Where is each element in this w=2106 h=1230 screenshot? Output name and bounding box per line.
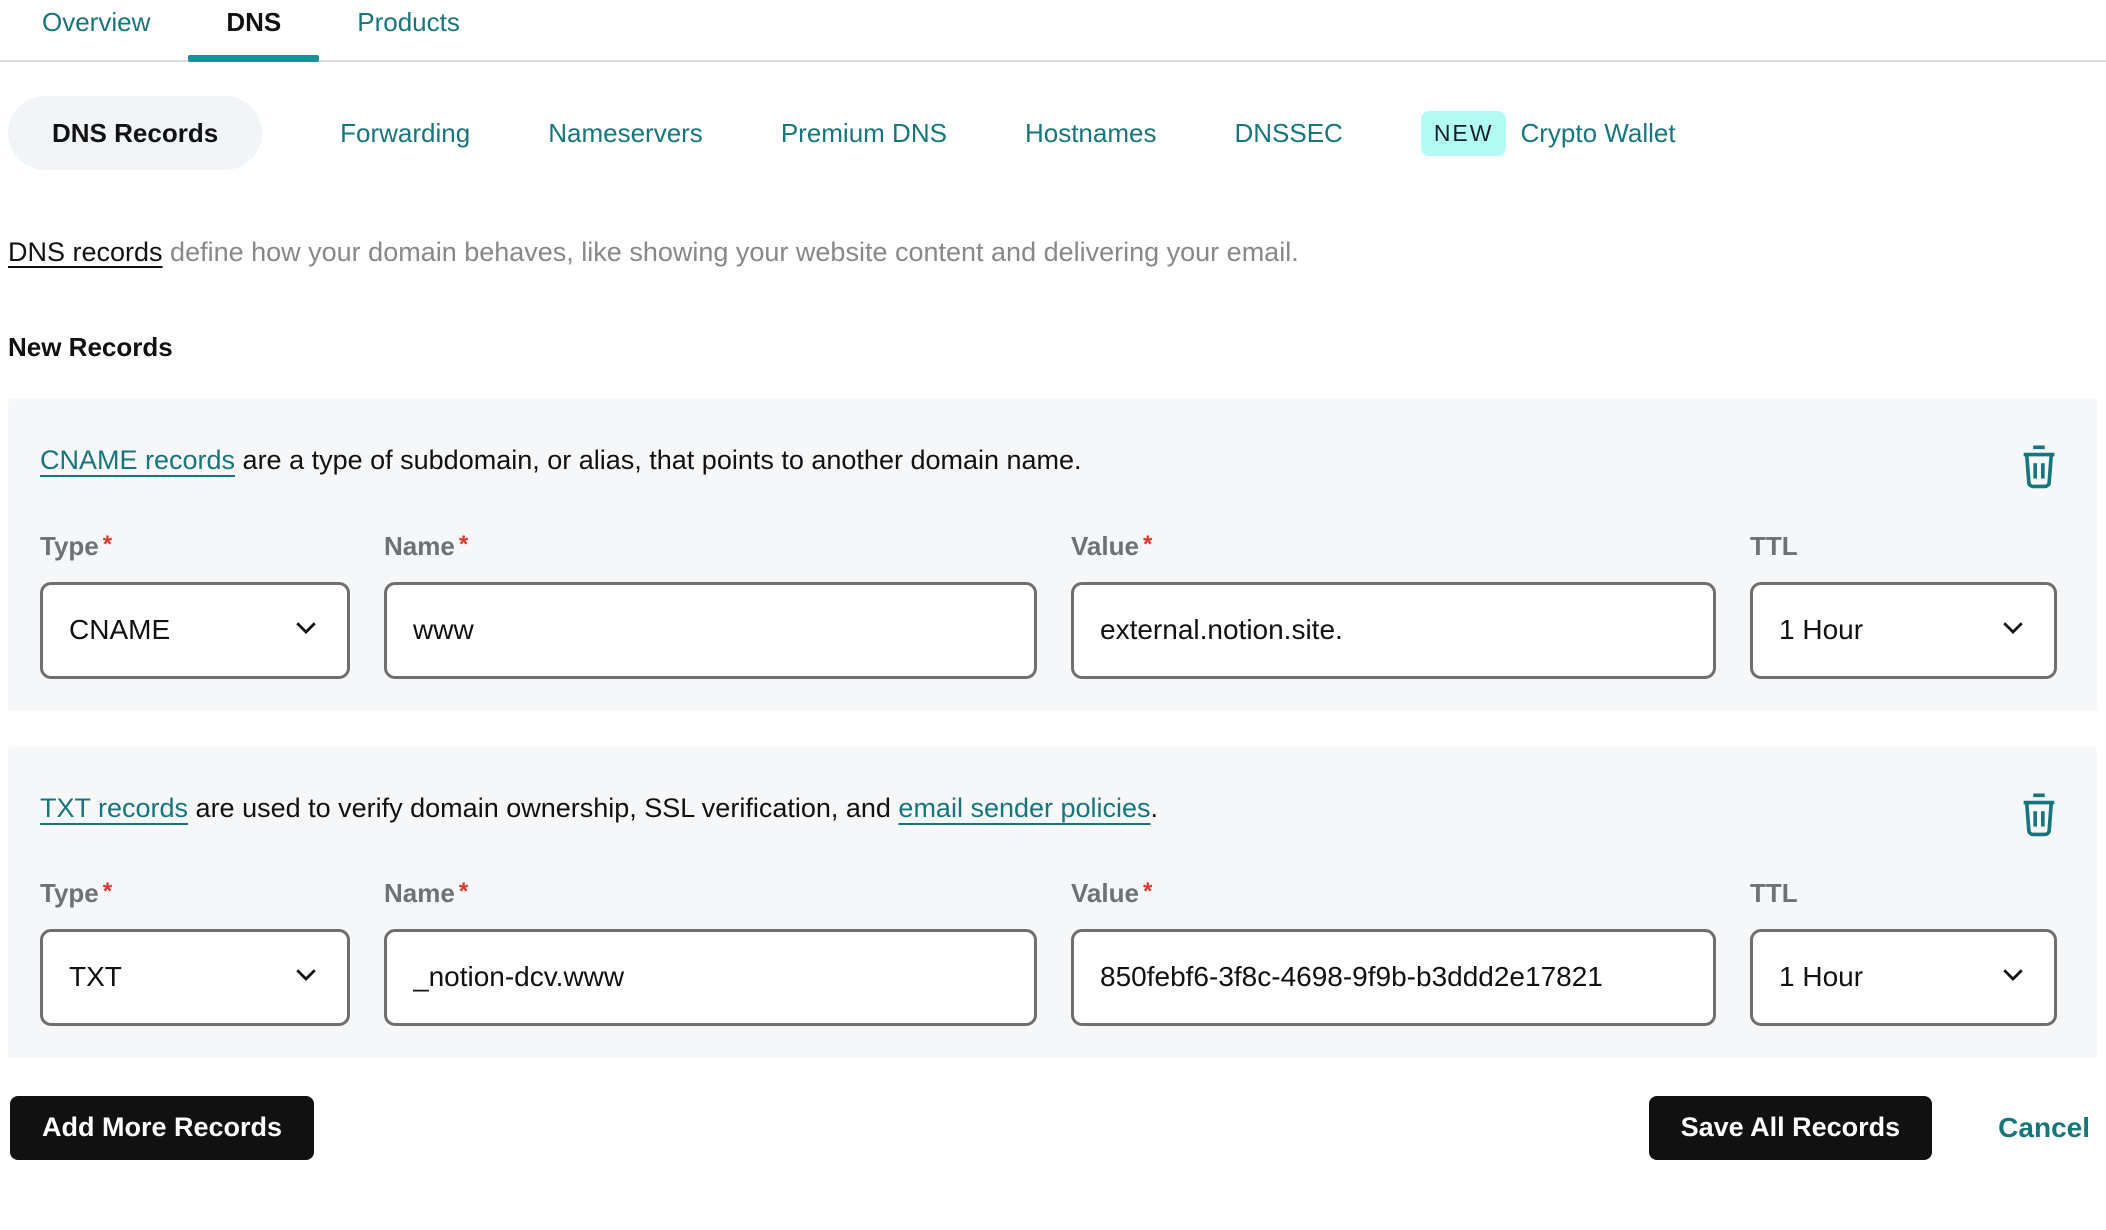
delete-txt-record-button[interactable] — [2015, 791, 2063, 843]
ttl-label: TTL — [1750, 877, 1798, 908]
cancel-button[interactable]: Cancel — [1998, 1112, 2090, 1144]
cname-card-description: CNAME records are a type of subdomain, o… — [40, 443, 2065, 478]
new-records-heading: New Records — [8, 332, 173, 363]
txt-fields-row: Type* TXT Name* Value* TTL 1 Hour — [40, 878, 2065, 1026]
dns-records-link[interactable]: DNS records — [8, 237, 163, 267]
type-label: Type * — [40, 877, 113, 908]
subtab-dns-records[interactable]: DNS Records — [8, 96, 263, 170]
ttl-label: TTL — [1750, 530, 1798, 561]
txt-type-value: TXT — [69, 961, 122, 993]
txt-ttl-value: 1 Hour — [1779, 961, 1864, 993]
subtab-dnssec[interactable]: DNSSEC — [1234, 118, 1342, 149]
tab-dns[interactable]: DNS — [188, 0, 320, 62]
cname-value-field: Value * — [1071, 531, 1716, 679]
tab-products[interactable]: Products — [319, 0, 498, 60]
name-label: Name * — [384, 877, 469, 908]
required-asterisk: * — [102, 530, 113, 558]
record-card-txt: TXT records are used to verify domain ow… — [8, 746, 2097, 1058]
chevron-down-icon — [1998, 959, 2028, 996]
txt-records-link[interactable]: TXT records — [40, 793, 188, 823]
add-more-records-button[interactable]: Add More Records — [10, 1095, 315, 1160]
txt-type-select[interactable]: TXT — [40, 928, 350, 1026]
trash-icon — [2016, 445, 2062, 496]
required-asterisk: * — [102, 877, 113, 905]
value-label: Value * — [1071, 877, 1153, 908]
cname-name-field: Name * — [384, 531, 1037, 679]
txt-card-description: TXT records are used to verify domain ow… — [40, 791, 2065, 826]
domain-tabbar: Overview DNS Products — [0, 0, 2106, 62]
required-asterisk: * — [1142, 877, 1153, 905]
new-badge: NEW — [1420, 110, 1507, 156]
cname-desc-text: are a type of subdomain, or alias, that … — [235, 445, 1082, 476]
cname-ttl-select[interactable]: 1 Hour — [1750, 581, 2057, 679]
cname-value-input[interactable] — [1071, 581, 1716, 679]
tab-overview[interactable]: Overview — [4, 0, 188, 60]
txt-name-field: Name * — [384, 878, 1037, 1026]
subtab-crypto-wallet-label: Crypto Wallet — [1520, 117, 1676, 148]
dns-subtabs: DNS Records Forwarding Nameservers Premi… — [8, 96, 2106, 170]
subtab-premium-dns[interactable]: Premium DNS — [781, 118, 947, 149]
value-label: Value * — [1071, 530, 1153, 561]
delete-cname-record-button[interactable] — [2015, 443, 2063, 495]
required-asterisk: * — [458, 530, 469, 558]
trash-icon — [2016, 793, 2062, 844]
cname-type-value: CNAME — [69, 614, 171, 646]
cname-fields-row: Type* CNAME Name* Value* TTL 1 Hour — [40, 531, 2065, 679]
chevron-down-icon — [291, 959, 321, 996]
subtab-forwarding[interactable]: Forwarding — [340, 118, 470, 149]
cname-ttl-value: 1 Hour — [1779, 614, 1864, 646]
txt-type-field: Type * TXT — [40, 878, 350, 1026]
email-sender-policies-link[interactable]: email sender policies — [898, 793, 1150, 823]
required-asterisk: * — [458, 877, 469, 905]
txt-ttl-field: TTL 1 Hour — [1750, 878, 2057, 1026]
subtab-crypto-wallet[interactable]: NEW Crypto Wallet — [1420, 110, 1676, 156]
cname-records-link[interactable]: CNAME records — [40, 445, 235, 475]
subtab-nameservers[interactable]: Nameservers — [548, 118, 703, 149]
dns-intro-rest: define how your domain behaves, like sho… — [162, 237, 1299, 267]
chevron-down-icon — [291, 612, 321, 649]
save-all-records-button[interactable]: Save All Records — [1648, 1095, 1933, 1160]
cname-type-select[interactable]: CNAME — [40, 581, 350, 679]
name-label: Name * — [384, 530, 469, 561]
chevron-down-icon — [1998, 612, 2028, 649]
dns-intro-text: DNS records define how your domain behav… — [8, 234, 2098, 270]
cname-name-input[interactable] — [384, 581, 1037, 679]
txt-desc-text: are used to verify domain ownership, SSL… — [188, 792, 899, 823]
txt-desc-text2: . — [1150, 792, 1159, 823]
txt-value-input[interactable] — [1071, 928, 1716, 1026]
footer-right-group: Save All Records Cancel — [1648, 1095, 2090, 1160]
footer-actions: Add More Records Save All Records Cancel — [10, 1095, 2090, 1160]
cname-ttl-field: TTL 1 Hour — [1750, 531, 2057, 679]
txt-value-field: Value * — [1071, 878, 1716, 1026]
required-asterisk: * — [1142, 530, 1153, 558]
cname-type-field: Type * CNAME — [40, 531, 350, 679]
subtab-hostnames[interactable]: Hostnames — [1025, 118, 1157, 149]
txt-name-input[interactable] — [384, 928, 1037, 1026]
type-label: Type * — [40, 530, 113, 561]
record-card-cname: CNAME records are a type of subdomain, o… — [8, 399, 2097, 711]
txt-ttl-select[interactable]: 1 Hour — [1750, 928, 2057, 1026]
